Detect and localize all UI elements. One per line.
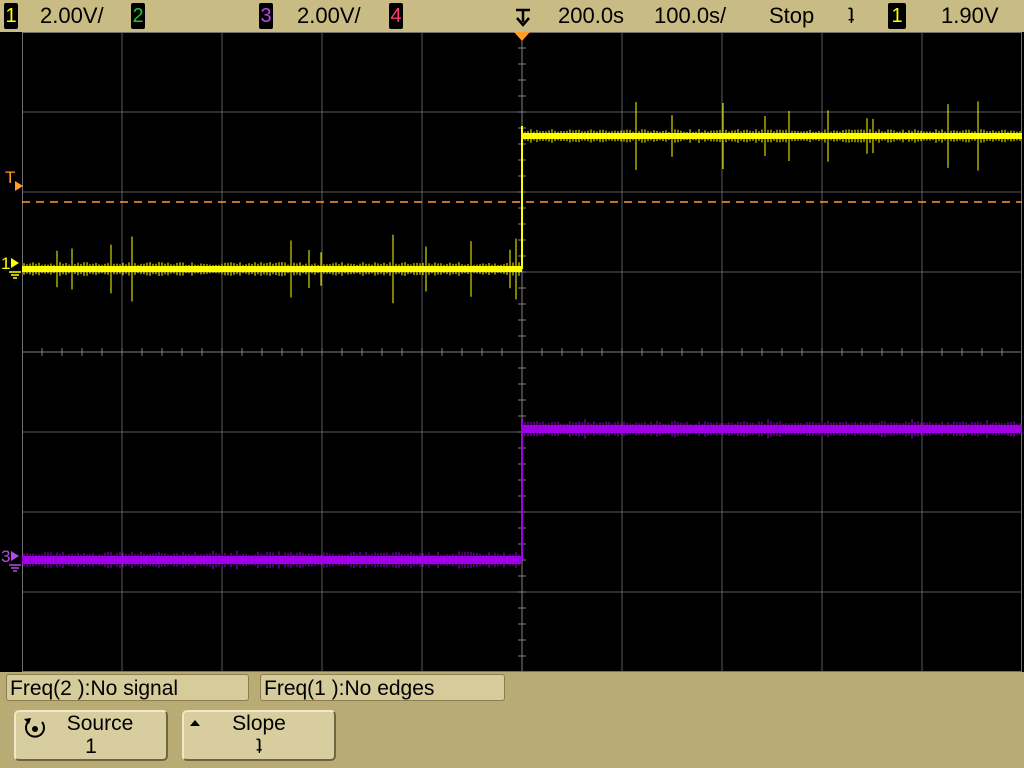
trigger-slope-icon: ʇ — [848, 3, 855, 28]
slope-softkey-label: Slope — [232, 712, 286, 735]
source-softkey[interactable]: Source 1 — [14, 710, 168, 761]
trigger-position-icon — [512, 4, 534, 30]
timebase-scale: 100.0s/ — [654, 3, 727, 28]
channel-1-scale: 2.00V/ — [40, 3, 104, 28]
trigger-source-indicator[interactable]: 1 — [888, 3, 906, 29]
trigger-point-marker — [514, 32, 530, 41]
channel-3-ground-marker[interactable]: 3 — [1, 547, 21, 572]
channel-3-scale: 2.00V/ — [297, 3, 361, 28]
channel-1-indicator[interactable]: 1 — [4, 3, 18, 29]
left-marker-column: T 1 3 — [0, 32, 23, 672]
up-arrow-icon — [190, 720, 200, 726]
rotate-knob-icon — [24, 718, 45, 738]
waveform-display[interactable] — [22, 32, 1022, 672]
channel-3-indicator[interactable]: 3 — [259, 3, 273, 29]
trigger-level-marker[interactable]: T — [5, 168, 23, 191]
channel-4-indicator[interactable]: 4 — [389, 3, 403, 29]
measurement-freq-ch1: Freq(1 ):No edges — [260, 674, 505, 701]
channel-3-trace — [22, 419, 1022, 570]
softkey-panel: Freq(2 ):No signal Freq(1 ):No edges Sou… — [0, 672, 1024, 768]
horizontal-delay: 200.0s — [558, 3, 625, 28]
status-bar: 1 2.00V/ 2 3 2.00V/ 4 200.0s 100.0s/ Sto… — [0, 0, 1024, 32]
slope-softkey[interactable]: Slope ʇ — [182, 710, 336, 761]
slope-softkey-value: ʇ — [256, 735, 262, 758]
trigger-level: 1.90V — [941, 3, 999, 28]
channel-1-ground-marker[interactable]: 1 — [1, 254, 21, 279]
measurement-freq-ch2: Freq(2 ):No signal — [6, 674, 249, 701]
run-state: Stop — [769, 3, 815, 28]
channel-2-indicator[interactable]: 2 — [131, 3, 145, 29]
